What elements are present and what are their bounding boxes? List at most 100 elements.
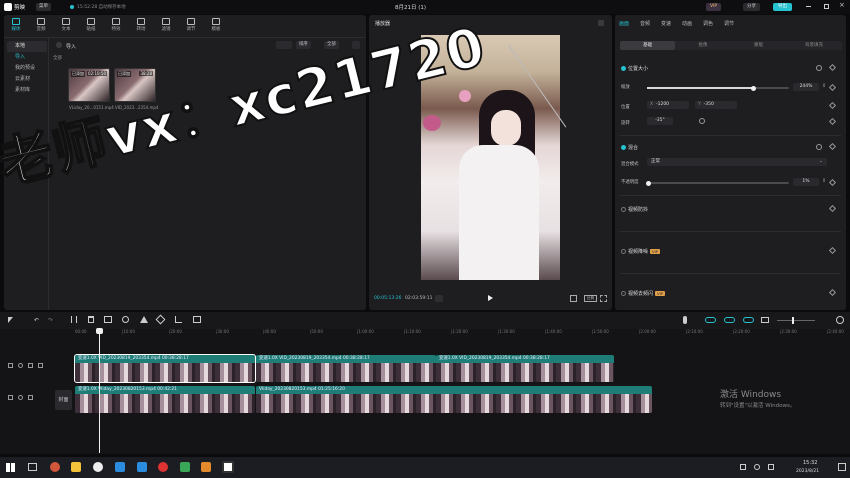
redo-icon[interactable]: ↷ <box>48 317 53 324</box>
video-preview[interactable] <box>421 35 560 280</box>
media-sidebar-item[interactable]: 导入 <box>7 52 47 63</box>
media-clip-thumbnail[interactable]: 已添加 38:28 <box>114 68 156 102</box>
freeze-icon[interactable] <box>104 316 112 323</box>
inspector-subtab[interactable]: 蒙版 <box>731 41 786 50</box>
project-title[interactable]: 8月21日 (1) <box>395 3 426 11</box>
sort-button[interactable]: 排序 <box>296 41 311 49</box>
menu-button[interactable]: 菜单 <box>36 3 51 11</box>
inspector-tab[interactable]: 音频 <box>640 20 650 27</box>
blend-header[interactable]: 混合 <box>621 144 638 151</box>
media-sidebar-item[interactable]: 我的预设 <box>7 63 47 74</box>
close-icon[interactable]: × <box>839 1 845 9</box>
section-checkbox[interactable] <box>621 291 626 296</box>
start-icon[interactable] <box>6 463 15 472</box>
timeline-clip[interactable]: 变速1.0X VID_20230819_203354.mp4 00:38:28:… <box>74 354 256 383</box>
timeline-sync-icon[interactable] <box>435 295 443 302</box>
toolbar-tab-8[interactable]: 模板 <box>205 16 227 36</box>
ratio-button[interactable]: 比例 <box>584 295 597 302</box>
toolbar-tab-7[interactable]: 调节 <box>180 16 202 36</box>
tray-icon[interactable] <box>740 464 746 470</box>
track-lock-icon[interactable] <box>8 395 13 400</box>
inspector-subtab[interactable]: 基础 <box>620 41 675 50</box>
filter-button[interactable]: 全部 <box>324 41 339 49</box>
media-clip-thumbnail[interactable]: 已添加 02:10:50 <box>68 68 110 102</box>
export-button[interactable]: 导出 <box>773 3 792 11</box>
toolbar-tab-1[interactable]: 音频 <box>30 16 52 36</box>
mirror-icon[interactable] <box>140 316 148 323</box>
blend-checkbox[interactable] <box>621 145 626 150</box>
play-icon[interactable] <box>488 295 493 301</box>
track-more-icon[interactable] <box>38 363 43 368</box>
fullscreen-icon[interactable] <box>600 295 607 302</box>
toolbar-tab-0[interactable]: 媒体 <box>5 16 27 36</box>
inspector-section-header[interactable]: 视频防抖 <box>621 206 648 213</box>
taskbar-app-icon[interactable] <box>137 462 147 472</box>
rotate-icon[interactable] <box>155 314 166 325</box>
notification-icon[interactable] <box>838 463 846 471</box>
inspector-section-header[interactable]: 视频降噪 VIP <box>621 248 661 255</box>
select-tool-icon[interactable] <box>8 317 13 323</box>
import-button[interactable]: 导入 <box>66 43 76 50</box>
minimize-icon[interactable] <box>806 6 811 7</box>
share-button[interactable]: 分享 <box>743 3 760 11</box>
timeline-clip[interactable]: 变速1.0X VID_20230819_203354.mp4 00:38:28:… <box>436 355 614 382</box>
zoom-fit-icon[interactable] <box>836 316 844 324</box>
inspector-tab[interactable]: 调色 <box>703 20 713 27</box>
scale-value-input[interactable]: 244% <box>793 83 819 91</box>
media-sidebar-item[interactable]: 素材库 <box>7 85 47 96</box>
zoom-slider[interactable] <box>777 320 815 321</box>
file-explorer-icon[interactable] <box>71 462 81 472</box>
section-checkbox[interactable] <box>621 249 626 254</box>
toolbar-tab-6[interactable]: 滤镜 <box>155 16 177 36</box>
opacity-slider[interactable] <box>645 180 789 186</box>
network-icon[interactable] <box>754 464 760 470</box>
playhead-handle[interactable] <box>96 328 103 334</box>
inspector-tab[interactable]: 动画 <box>682 20 692 27</box>
timeline-clip[interactable]: Vliday_20230820153.mp4 01:25:16:20 <box>256 386 652 413</box>
position-x-input[interactable]: X -1200 <box>647 101 689 109</box>
delete-icon[interactable] <box>88 316 94 323</box>
microphone-icon[interactable] <box>683 316 687 324</box>
track-lock-icon[interactable] <box>8 363 13 368</box>
inspector-subtab[interactable]: 抠像 <box>676 41 731 50</box>
volume-icon[interactable] <box>768 464 774 470</box>
taskbar-app-icon[interactable] <box>201 462 211 472</box>
blend-mode-select[interactable]: 正常 <box>647 158 827 166</box>
fit-icon[interactable] <box>570 295 577 302</box>
keyframe-icon[interactable] <box>828 288 837 297</box>
keyframe-icon[interactable] <box>828 101 837 110</box>
track-mute-icon[interactable] <box>28 363 33 368</box>
timeline-clip[interactable]: 变速1.0X VID_20230819_203354.mp4 00:38:28:… <box>256 355 436 382</box>
capcut-taskbar-icon[interactable] <box>222 461 234 473</box>
task-view-icon[interactable] <box>28 463 37 471</box>
view-toggle-icon[interactable] <box>276 41 292 49</box>
player-menu-icon[interactable] <box>598 20 604 26</box>
browser-icon[interactable] <box>93 462 103 472</box>
toolbar-tab-2[interactable]: 文本 <box>55 16 77 36</box>
inspector-section-header[interactable]: 视频去频闪 VIP <box>621 290 666 297</box>
toolbar-tab-5[interactable]: 转场 <box>130 16 152 36</box>
inspector-tab[interactable]: 画面 <box>619 20 629 27</box>
toolbar-tab-4[interactable]: 特效 <box>105 16 127 36</box>
magnet-icon[interactable] <box>705 317 716 323</box>
position-y-input[interactable]: Y -350 <box>695 101 737 109</box>
taskbar-app-icon[interactable] <box>180 462 190 472</box>
reset-icon[interactable] <box>816 65 822 71</box>
inspector-subtab[interactable]: 背景填充 <box>787 41 842 50</box>
preview-axis-icon[interactable] <box>743 317 754 323</box>
keyframe-icon[interactable] <box>828 178 837 187</box>
keyframe-icon[interactable] <box>828 246 837 255</box>
inspector-tab[interactable]: 调节 <box>724 20 734 27</box>
track-mute-icon[interactable] <box>28 395 33 400</box>
fit-canvas-icon[interactable] <box>193 316 201 323</box>
inspector-tab[interactable]: 变速 <box>661 20 671 27</box>
rotate-dial-icon[interactable] <box>699 118 705 124</box>
rotate-input[interactable]: -35° <box>647 117 673 125</box>
reverse-icon[interactable] <box>122 316 129 323</box>
scale-slider[interactable] <box>647 85 789 91</box>
taskbar-app-icon[interactable] <box>158 462 168 472</box>
position-size-checkbox[interactable] <box>621 66 626 71</box>
taskbar-app-icon[interactable] <box>50 462 60 472</box>
scale-slider-knob[interactable] <box>751 85 756 91</box>
stepper-icon[interactable]: ⇕ <box>822 178 826 184</box>
